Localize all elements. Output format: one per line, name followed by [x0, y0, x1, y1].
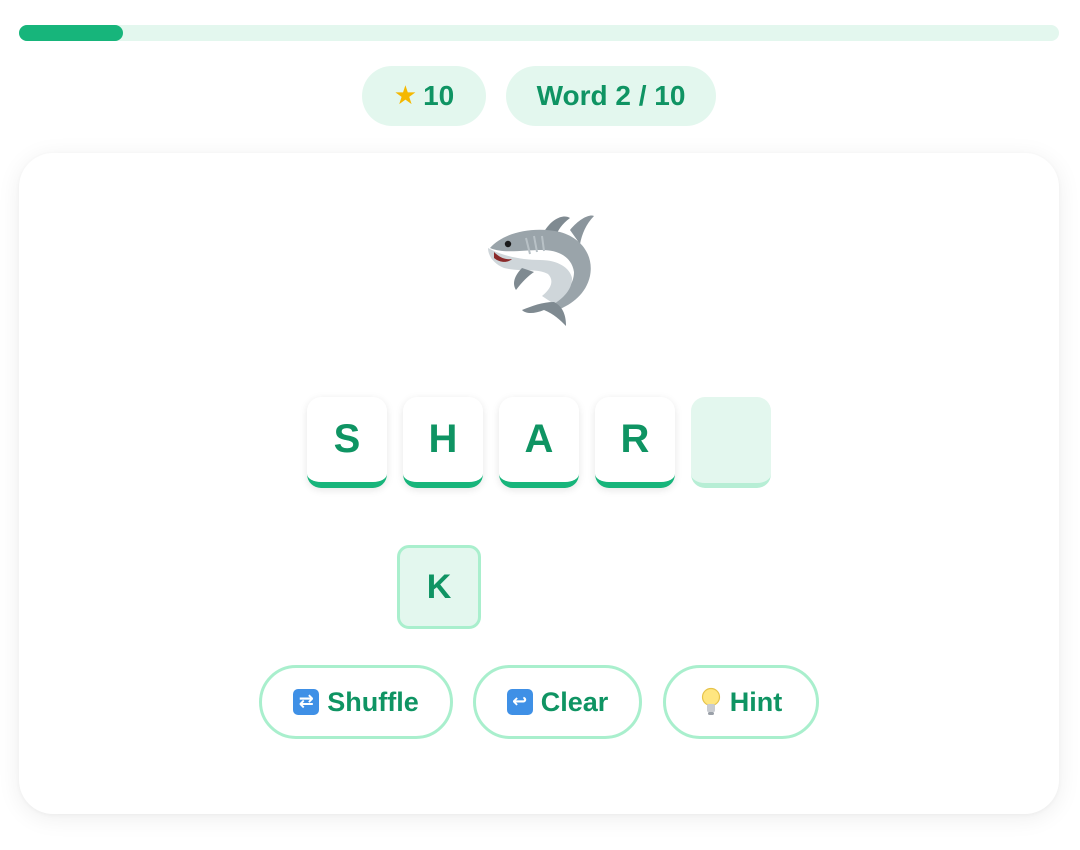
clear-label: Clear	[540, 686, 609, 717]
answer-slot[interactable]: H	[403, 397, 483, 488]
answer-slot-empty[interactable]	[691, 397, 771, 488]
star-icon: ★	[393, 81, 418, 111]
shuffle-label: Shuffle	[327, 686, 419, 717]
progress-bar	[19, 25, 1059, 41]
progress-fill	[19, 25, 123, 41]
hint-label: Hint	[729, 686, 783, 717]
word-counter: Word 2 / 10	[506, 66, 716, 126]
shark-icon	[488, 215, 594, 326]
lightbulb-icon	[700, 687, 722, 717]
shuffle-icon: ⇄	[293, 689, 320, 715]
letter-tile[interactable]: K	[397, 545, 481, 629]
return-icon: ↩	[506, 689, 533, 715]
answer-slot[interactable]: R	[595, 397, 675, 488]
answer-slot[interactable]: S	[307, 397, 387, 488]
shuffle-button[interactable]: ⇄ Shuffle	[259, 665, 453, 739]
hint-button[interactable]: Hint	[663, 665, 819, 739]
answer-slot[interactable]: A	[499, 397, 579, 488]
stats-bar: ★ 10 Word 2 / 10	[0, 66, 1080, 126]
clear-button[interactable]: ↩ Clear	[473, 665, 642, 739]
score-badge: ★ 10	[362, 66, 486, 126]
score-value: 10	[423, 80, 455, 111]
